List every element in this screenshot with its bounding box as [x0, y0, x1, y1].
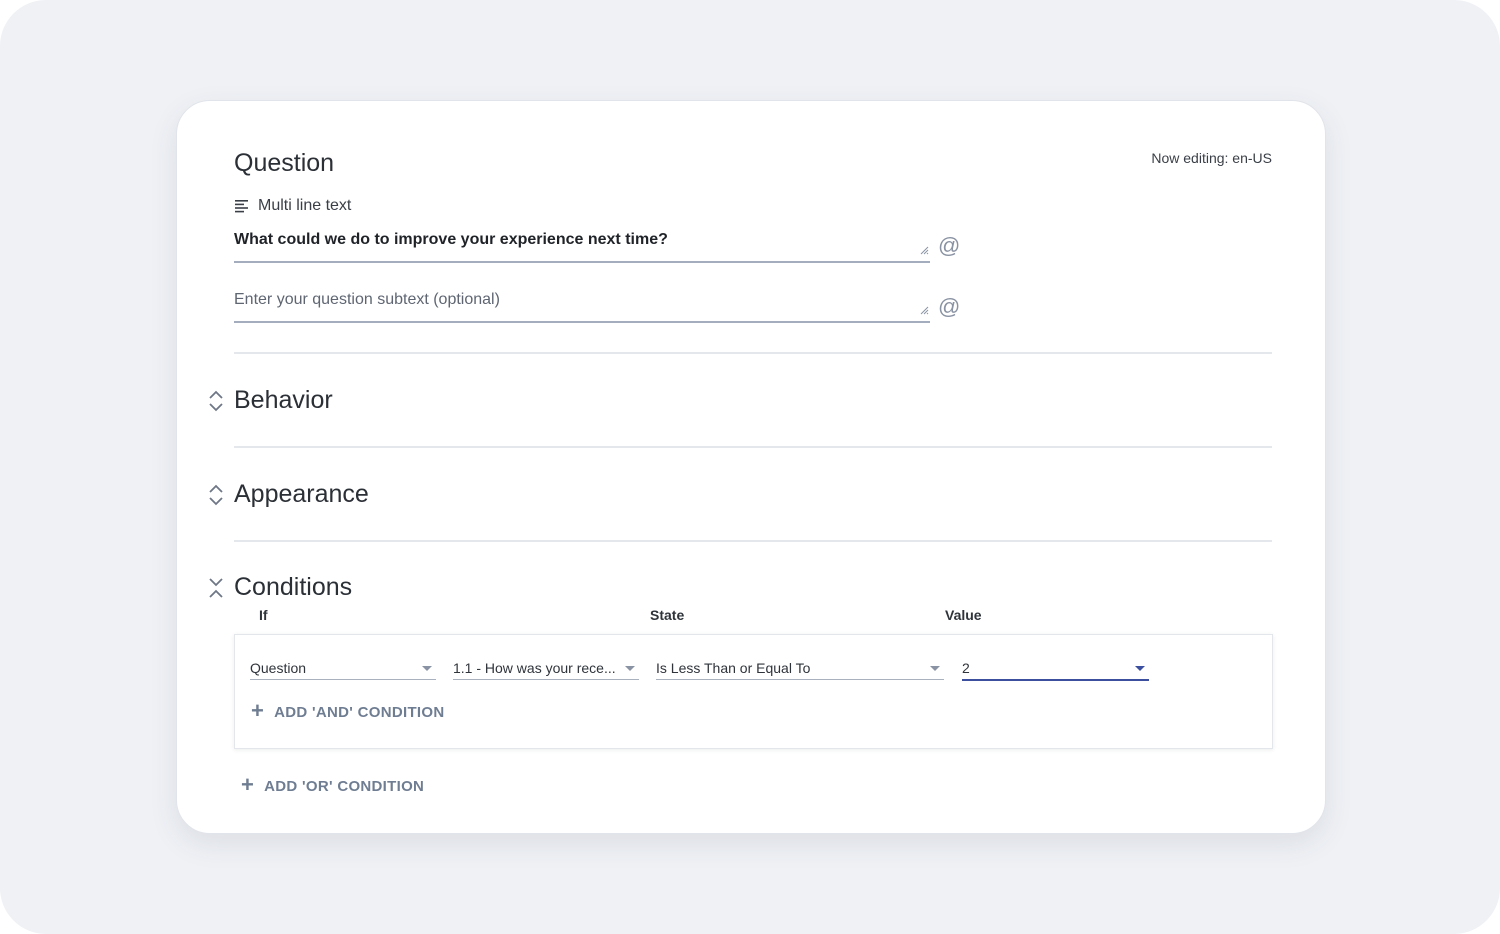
condition-state-select[interactable]: Is Less Than or Equal To — [656, 657, 944, 680]
section-behavior[interactable]: Behavior — [234, 386, 333, 415]
condition-state-value: Is Less Than or Equal To — [656, 660, 811, 676]
mention-icon[interactable]: @ — [938, 233, 960, 259]
add-or-condition-button[interactable]: + ADD 'OR' CONDITION — [241, 772, 425, 797]
section-divider — [234, 446, 1272, 448]
condition-question-value: 1.1 - How was your rece... — [453, 660, 616, 676]
mention-icon[interactable]: @ — [938, 294, 960, 320]
question-subtext-field[interactable]: Enter your question subtext (optional) — [234, 289, 930, 323]
condition-group: Question 1.1 - How was your rece... Is L… — [234, 634, 1273, 749]
question-subtext-placeholder: Enter your question subtext (optional) — [234, 291, 500, 308]
add-or-condition-label: ADD 'OR' CONDITION — [264, 777, 425, 795]
condition-question-select[interactable]: 1.1 - How was your rece... — [453, 657, 639, 680]
chevron-down-icon — [1135, 666, 1145, 671]
section-divider — [234, 352, 1272, 354]
section-conditions[interactable]: Conditions — [234, 573, 352, 602]
now-editing-locale: Now editing: en-US — [1151, 150, 1272, 166]
condition-source-select[interactable]: Question — [250, 657, 436, 680]
column-value-label: Value — [945, 607, 982, 623]
chevron-down-icon — [930, 666, 940, 671]
condition-value-select[interactable]: 2 — [962, 657, 1149, 681]
add-and-condition-label: ADD 'AND' CONDITION — [274, 703, 445, 721]
column-if-label: If — [259, 607, 268, 623]
question-type-label: Multi line text — [258, 197, 352, 214]
resize-handle-icon[interactable] — [919, 302, 929, 320]
question-editor-card: Question Now editing: en-US Multi line t… — [176, 100, 1326, 834]
chevron-down-icon — [625, 666, 635, 671]
question-section-title: Question — [234, 149, 335, 177]
collapse-icon[interactable] — [205, 575, 227, 603]
column-state-label: State — [650, 607, 685, 623]
plus-icon: + — [251, 698, 265, 723]
question-type: Multi line text — [235, 197, 351, 215]
expand-icon[interactable] — [205, 482, 227, 510]
condition-value-value: 2 — [962, 660, 970, 676]
multiline-text-icon — [235, 199, 249, 213]
resize-handle-icon[interactable] — [919, 242, 929, 260]
chevron-down-icon — [422, 666, 432, 671]
question-text-value: What could we do to improve your experie… — [234, 231, 668, 248]
add-and-condition-button[interactable]: + ADD 'AND' CONDITION — [251, 698, 445, 723]
question-text-field[interactable]: What could we do to improve your experie… — [234, 229, 930, 263]
condition-source-value: Question — [250, 660, 307, 676]
section-appearance[interactable]: Appearance — [234, 480, 369, 509]
section-divider — [234, 540, 1272, 542]
expand-icon[interactable] — [205, 388, 227, 416]
plus-icon: + — [241, 772, 255, 797]
